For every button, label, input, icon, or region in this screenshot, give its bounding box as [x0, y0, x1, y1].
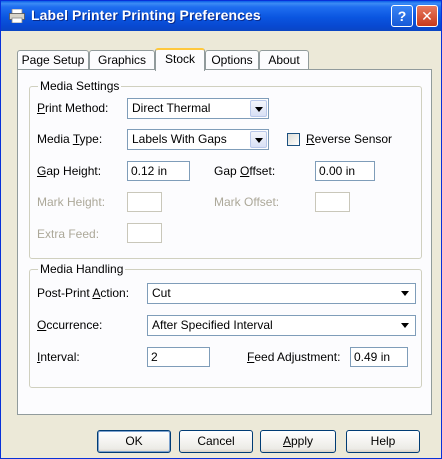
- tab-stock[interactable]: Stock: [155, 48, 205, 71]
- gap-offset-label: Gap Offset:: [214, 164, 276, 178]
- gap-height-input[interactable]: 0.12 in: [127, 161, 190, 181]
- media-handling-group: Media Handling Post-Print Action: Cut Oc…: [29, 262, 422, 388]
- title-bar[interactable]: Label Printer Printing Preferences ? ✕: [1, 1, 441, 31]
- print-method-label: Print Method:: [37, 101, 109, 115]
- tab-page-setup[interactable]: Page Setup: [17, 50, 89, 70]
- mark-height-input: [127, 192, 162, 212]
- media-settings-group: Media Settings Print Method: Direct Ther…: [29, 79, 422, 259]
- close-icon[interactable]: ✕: [416, 5, 438, 27]
- occurrence-label: Occurrence:: [37, 318, 103, 332]
- mark-offset-label: Mark Offset:: [214, 195, 280, 209]
- cancel-button[interactable]: Cancel: [179, 430, 253, 453]
- extra-feed-input: [127, 223, 162, 243]
- window-title: Label Printer Printing Preferences: [31, 7, 261, 23]
- interval-label: Interval:: [37, 350, 80, 364]
- stock-tab-panel: Media Settings Print Method: Direct Ther…: [17, 69, 432, 415]
- media-type-label: Media Type:: [37, 132, 103, 146]
- chevron-down-icon[interactable]: [250, 100, 267, 117]
- help-icon[interactable]: ?: [391, 5, 413, 27]
- printer-icon: [9, 9, 25, 23]
- tab-options[interactable]: Options: [205, 50, 259, 70]
- media-type-dropdown[interactable]: Labels With Gaps: [127, 129, 269, 150]
- reverse-sensor-checkbox[interactable]: [287, 133, 300, 146]
- mark-offset-input: [315, 192, 350, 212]
- occurrence-dropdown[interactable]: After Specified Interval: [147, 315, 416, 336]
- feed-adjustment-label: Feed Adjustment:: [247, 350, 341, 364]
- post-print-action-label: Post-Print Action:: [37, 286, 130, 300]
- extra-feed-label: Extra Feed:: [37, 227, 100, 241]
- reverse-sensor-label[interactable]: Reverse Sensor: [306, 132, 392, 146]
- gap-height-label: Gap Height:: [37, 164, 102, 178]
- media-settings-label: Media Settings: [38, 79, 122, 93]
- chevron-down-icon[interactable]: [397, 285, 414, 302]
- ok-button[interactable]: OK: [97, 430, 171, 453]
- interval-input[interactable]: 2: [147, 347, 210, 367]
- tab-graphics[interactable]: Graphics: [89, 50, 155, 70]
- chevron-down-icon[interactable]: [250, 131, 267, 148]
- gap-offset-input[interactable]: 0.00 in: [315, 161, 375, 181]
- apply-button[interactable]: Apply: [260, 430, 336, 453]
- media-handling-label: Media Handling: [38, 262, 126, 276]
- print-method-dropdown[interactable]: Direct Thermal: [127, 98, 269, 119]
- printing-preferences-window: Label Printer Printing Preferences ? ✕ P…: [0, 0, 442, 459]
- mark-height-label: Mark Height:: [37, 195, 106, 209]
- tab-about[interactable]: About: [259, 50, 309, 70]
- help-button[interactable]: Help: [346, 430, 420, 453]
- chevron-down-icon[interactable]: [397, 317, 414, 334]
- post-print-action-dropdown[interactable]: Cut: [147, 283, 416, 304]
- feed-adjustment-input[interactable]: 0.49 in: [350, 347, 408, 367]
